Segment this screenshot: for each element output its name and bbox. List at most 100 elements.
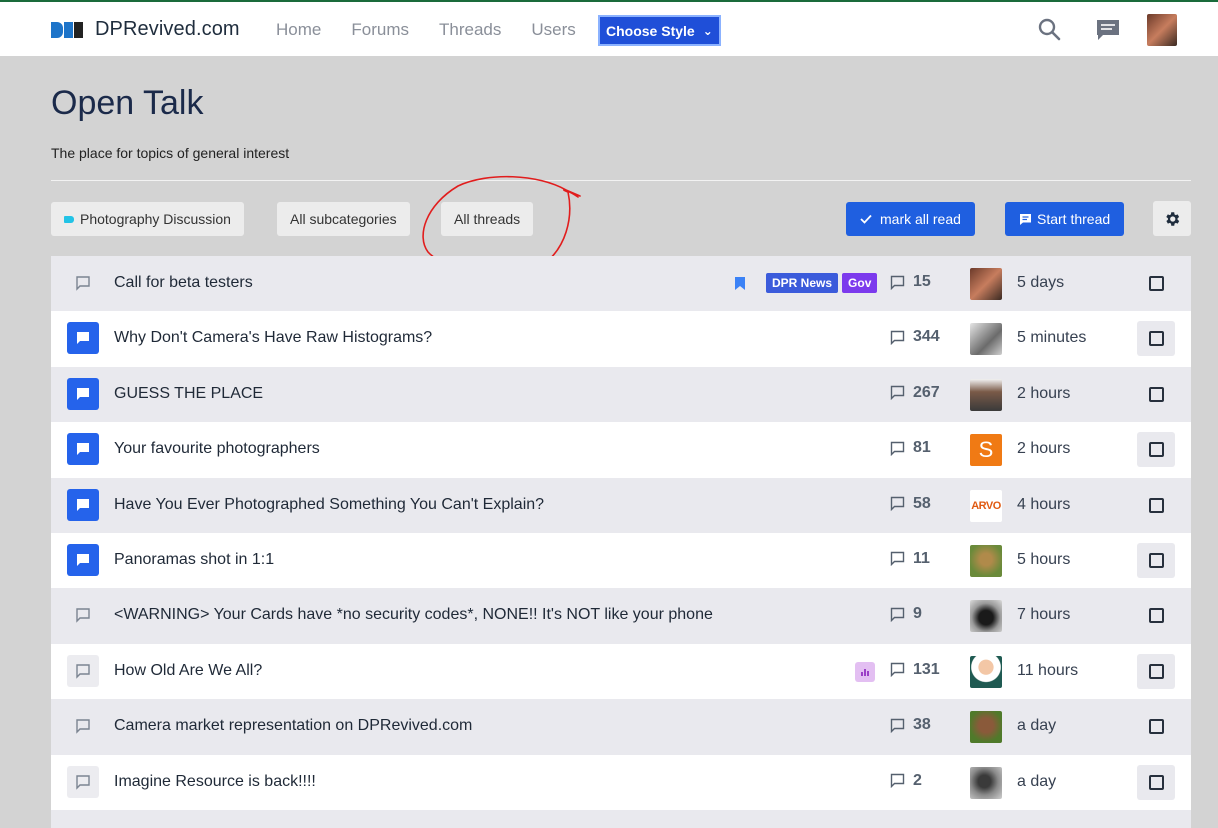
reply-count: 344 <box>890 328 940 346</box>
reply-count: 2 <box>890 772 922 790</box>
thread-title[interactable]: <WARNING> Your Cards have *no security c… <box>114 606 713 624</box>
thread-read-icon <box>67 599 99 631</box>
select-checkbox[interactable] <box>1137 598 1175 633</box>
forum-description: The place for topics of general interest <box>51 145 290 161</box>
avatar[interactable] <box>970 711 1002 744</box>
replies-icon <box>890 773 905 789</box>
select-checkbox[interactable] <box>1137 653 1175 689</box>
mark-all-read-button[interactable]: mark all read <box>846 202 975 236</box>
last-post-time[interactable]: 11 hours <box>1017 662 1078 680</box>
last-post-time[interactable]: a day <box>1017 773 1056 791</box>
thread-unread-icon <box>67 488 99 521</box>
thread-row[interactable]: Call for beta testers DPR News Gov 15 5 … <box>51 256 1191 312</box>
reply-count: 81 <box>890 439 931 457</box>
dpr-logo-icon <box>51 20 83 40</box>
thread-row[interactable]: Why Don't Camera's Have Raw Histograms? … <box>51 311 1191 367</box>
select-checkbox[interactable] <box>1137 709 1175 744</box>
last-post-time[interactable]: 5 minutes <box>1017 329 1086 347</box>
avatar[interactable]: S <box>970 434 1002 467</box>
reply-count: 9 <box>890 605 922 623</box>
last-post-time[interactable]: 7 hours <box>1017 606 1070 624</box>
thread-row[interactable]: Camera market representation on DPRevive… <box>51 699 1191 755</box>
last-post-time[interactable]: 2 hours <box>1017 440 1070 458</box>
replies-icon <box>890 718 905 733</box>
reply-count: 11 <box>890 550 930 568</box>
thread-title[interactable]: Imagine Resource is back!!!! <box>114 773 316 791</box>
all-threads-filter-label: All threads <box>454 211 521 227</box>
start-thread-button[interactable]: Start thread <box>1005 202 1125 236</box>
replies-icon <box>890 441 905 456</box>
replies-icon <box>890 275 905 290</box>
select-checkbox[interactable] <box>1137 377 1175 412</box>
avatar[interactable] <box>970 766 1002 799</box>
user-avatar[interactable] <box>1147 14 1177 46</box>
nav-forums[interactable]: Forums <box>351 20 409 40</box>
thread-title[interactable]: Your favourite photographers <box>114 440 320 458</box>
select-checkbox[interactable] <box>1137 432 1175 468</box>
subcategories-filter-button[interactable]: All subcategories <box>277 202 410 236</box>
last-post-time[interactable]: a day <box>1017 717 1056 735</box>
thread-title[interactable]: Why Don't Camera's Have Raw Histograms? <box>114 329 432 347</box>
select-checkbox[interactable] <box>1137 321 1175 357</box>
nav-threads[interactable]: Threads <box>439 20 501 40</box>
all-threads-filter-button[interactable]: All threads <box>441 202 534 236</box>
choose-style-label: Choose Style <box>606 22 695 39</box>
replies-icon <box>890 552 905 567</box>
thread-title[interactable]: Call for beta testers <box>114 274 253 292</box>
avatar[interactable] <box>970 544 1002 577</box>
thread-row[interactable] <box>51 809 1191 828</box>
avatar[interactable] <box>970 378 1002 411</box>
thread-row[interactable]: Your favourite photographers 81 S 2 hour… <box>51 422 1191 478</box>
avatar-logo-text: ARVO <box>971 499 1001 512</box>
avatar[interactable] <box>970 600 1002 633</box>
messages-icon[interactable] <box>1094 16 1122 44</box>
reply-count-value: 9 <box>913 605 922 623</box>
reply-count-value: 267 <box>913 383 940 401</box>
last-post-time[interactable]: 4 hours <box>1017 496 1070 514</box>
last-post-time[interactable]: 5 hours <box>1017 551 1070 569</box>
avatar[interactable]: ARVO <box>970 489 1002 522</box>
select-checkbox[interactable] <box>1137 764 1175 800</box>
thread-row[interactable]: Have You Ever Photographed Something You… <box>51 477 1191 533</box>
thread-row[interactable]: Imagine Resource is back!!!! 2 a day <box>51 754 1191 810</box>
thread-row[interactable]: GUESS THE PLACE 267 2 hours <box>51 366 1191 423</box>
chevron-down-icon: ⌄ <box>702 23 713 38</box>
settings-button[interactable] <box>1153 201 1191 236</box>
category-filter-button[interactable]: Photography Discussion <box>51 202 244 236</box>
choose-style-dropdown[interactable]: Choose Style ⌄ <box>598 15 721 46</box>
thread-unread-icon <box>67 433 99 466</box>
thread-title[interactable]: GUESS THE PLACE <box>114 385 263 403</box>
avatar[interactable] <box>970 268 1002 300</box>
replies-icon <box>890 330 905 345</box>
bookmark-icon[interactable] <box>734 276 746 291</box>
reply-count-value: 15 <box>913 273 931 290</box>
last-post-time[interactable]: 5 days <box>1017 274 1064 292</box>
divider <box>51 180 1191 181</box>
search-icon[interactable] <box>1036 16 1064 44</box>
nav-users[interactable]: Users <box>531 20 575 40</box>
thread-title[interactable]: Panoramas shot in 1:1 <box>114 551 274 569</box>
new-thread-icon <box>1020 213 1031 225</box>
last-post-time[interactable]: 2 hours <box>1017 385 1070 403</box>
tag-gov[interactable]: Gov <box>842 273 878 293</box>
select-checkbox[interactable] <box>1137 488 1175 523</box>
avatar[interactable] <box>970 323 1002 356</box>
replies-icon <box>890 663 905 678</box>
thread-read-icon <box>67 765 99 798</box>
thread-title[interactable]: Have You Ever Photographed Something You… <box>114 496 544 514</box>
site-logo[interactable]: DPRevived.com <box>51 18 240 41</box>
nav-home[interactable]: Home <box>276 20 321 40</box>
tag-dpr-news[interactable]: DPR News <box>766 273 839 293</box>
thread-row[interactable]: <WARNING> Your Cards have *no security c… <box>51 588 1191 644</box>
start-thread-label: Start thread <box>1037 211 1111 227</box>
reply-count-value: 81 <box>913 439 931 457</box>
thread-title[interactable]: Camera market representation on DPRevive… <box>114 717 472 735</box>
thread-row[interactable]: How Old Are We All? 131 11 hours <box>51 643 1191 700</box>
thread-tags: DPR News Gov <box>766 273 878 293</box>
thread-row[interactable]: Panoramas shot in 1:1 11 5 hours <box>51 532 1191 589</box>
select-checkbox[interactable] <box>1137 542 1175 578</box>
site-name[interactable]: DPRevived.com <box>95 18 240 41</box>
select-checkbox[interactable] <box>1137 266 1175 301</box>
thread-title[interactable]: How Old Are We All? <box>114 662 262 680</box>
avatar[interactable] <box>970 655 1002 688</box>
